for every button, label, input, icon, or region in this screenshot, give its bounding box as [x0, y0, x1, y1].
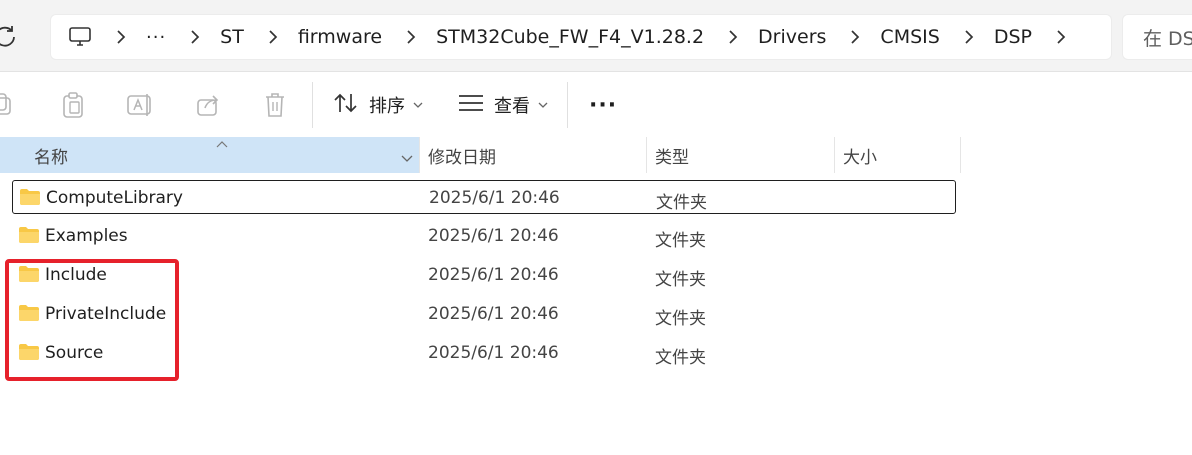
file-name: Examples [45, 226, 128, 246]
folder-icon [18, 304, 40, 322]
file-row[interactable]: Source 2025/6/1 20:46 文件夹 [12, 336, 956, 370]
chevron-right-icon[interactable] [728, 29, 738, 45]
file-name: ComputeLibrary [46, 188, 183, 208]
paste-icon[interactable] [58, 90, 88, 120]
breadcrumb-drivers[interactable]: Drivers [758, 26, 826, 48]
chevron-right-icon[interactable] [406, 29, 416, 45]
file-type: 文件夹 [655, 348, 706, 368]
copy-icon[interactable] [0, 90, 18, 120]
command-toolbar: 排序 查看 ··· [0, 72, 1192, 136]
sort-label: 排序 [369, 96, 405, 117]
chevron-down-icon[interactable] [401, 149, 413, 162]
more-options-label: ··· [589, 92, 618, 118]
breadcrumb-stm32cube[interactable]: STM32Cube_FW_F4_V1.28.2 [436, 26, 704, 48]
delete-icon[interactable] [260, 90, 290, 120]
file-explorer-window: ··· ST firmware STM32Cube_FW_F4_V1.28.2 … [0, 0, 1192, 455]
breadcrumb-firmware[interactable]: firmware [298, 26, 382, 48]
search-placeholder: 在 DSP [1143, 27, 1192, 50]
file-name: PrivateInclude [45, 304, 167, 324]
column-date-label: 修改日期 [428, 147, 496, 168]
folder-icon [18, 265, 40, 283]
file-row[interactable]: Include 2025/6/1 20:46 文件夹 [12, 258, 956, 292]
folder-icon [18, 226, 40, 244]
view-button[interactable]: 查看 [458, 86, 548, 124]
view-list-icon [458, 94, 484, 117]
file-date: 2025/6/1 20:46 [428, 304, 559, 324]
file-name: Source [45, 343, 104, 363]
file-row[interactable]: Examples 2025/6/1 20:46 文件夹 [12, 219, 956, 253]
chevron-right-icon[interactable] [190, 29, 200, 45]
column-name-label: 名称 [34, 147, 68, 168]
share-icon[interactable] [193, 90, 223, 120]
sort-icon [333, 92, 359, 119]
file-date: 2025/6/1 20:46 [428, 343, 559, 363]
breadcrumb-overflow[interactable]: ··· [146, 27, 166, 48]
chevron-right-icon[interactable] [1056, 29, 1066, 45]
chevron-right-icon[interactable] [850, 29, 860, 45]
rename-icon[interactable] [125, 90, 155, 120]
view-label: 查看 [494, 96, 530, 117]
file-date: 2025/6/1 20:46 [428, 226, 559, 246]
chevron-down-icon [538, 101, 548, 109]
refresh-icon[interactable] [0, 24, 18, 50]
toolbar-divider [567, 82, 568, 128]
file-type: 文件夹 [655, 270, 706, 290]
column-header-name[interactable]: 名称 [0, 137, 420, 173]
search-box[interactable]: 在 DSP [1122, 14, 1192, 60]
file-row[interactable]: ComputeLibrary 2025/6/1 20:46 文件夹 [12, 180, 956, 214]
file-type: 文件夹 [655, 231, 706, 251]
folder-icon [18, 343, 40, 361]
column-header-date[interactable]: 修改日期 [420, 137, 647, 173]
chevron-right-icon[interactable] [964, 29, 974, 45]
chevron-down-icon [413, 101, 423, 109]
column-header-row: 名称 修改日期 类型 大小 [0, 137, 1192, 173]
file-row[interactable]: PrivateInclude 2025/6/1 20:46 文件夹 [12, 297, 956, 331]
address-bar-row: ··· ST firmware STM32Cube_FW_F4_V1.28.2 … [0, 0, 1192, 72]
breadcrumb-st[interactable]: ST [220, 26, 244, 48]
file-date: 2025/6/1 20:46 [429, 188, 560, 208]
breadcrumb-cmsis[interactable]: CMSIS [880, 26, 939, 48]
file-type: 文件夹 [655, 309, 706, 329]
sort-button[interactable]: 排序 [333, 86, 423, 124]
file-name: Include [45, 265, 107, 285]
file-date: 2025/6/1 20:46 [428, 265, 559, 285]
address-bar[interactable]: ··· ST firmware STM32Cube_FW_F4_V1.28.2 … [50, 14, 1112, 60]
column-header-size[interactable]: 大小 [835, 137, 961, 173]
breadcrumb-dsp[interactable]: DSP [994, 26, 1032, 48]
sort-ascending-icon [216, 133, 228, 148]
chevron-right-icon[interactable] [116, 29, 126, 45]
more-options-button[interactable]: ··· [589, 86, 617, 124]
file-type: 文件夹 [656, 193, 707, 213]
computer-icon[interactable] [68, 25, 92, 49]
column-header-type[interactable]: 类型 [647, 137, 835, 173]
toolbar-divider [312, 82, 313, 128]
column-size-label: 大小 [843, 147, 877, 168]
column-type-label: 类型 [655, 147, 689, 168]
folder-icon [19, 188, 41, 206]
chevron-right-icon[interactable] [268, 29, 278, 45]
